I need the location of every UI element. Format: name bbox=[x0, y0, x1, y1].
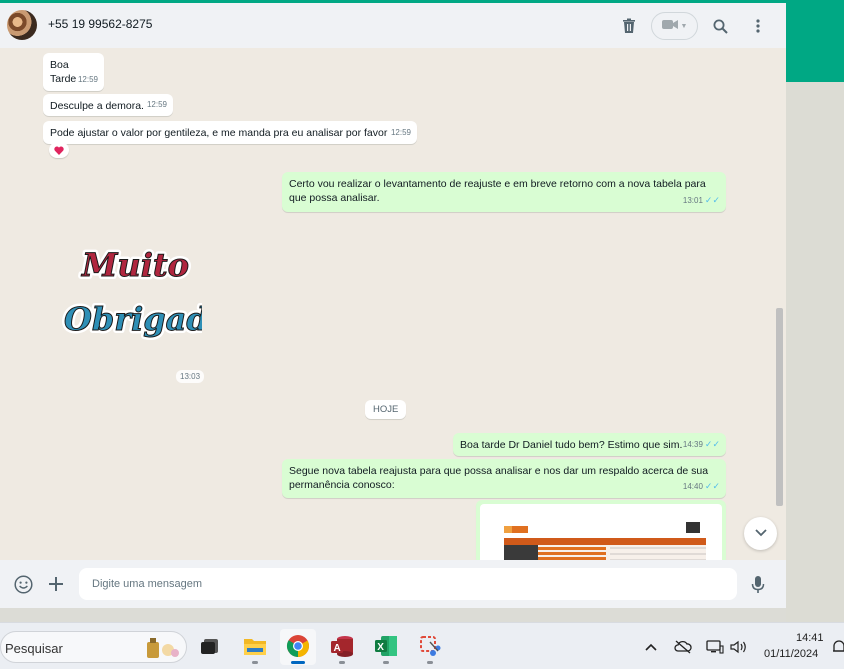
chevron-up-icon[interactable] bbox=[642, 638, 660, 656]
clock-time[interactable]: 14:41 bbox=[796, 632, 824, 644]
message-outgoing[interactable]: Certo vou realizar o levantamento de rea… bbox=[282, 172, 726, 212]
contact-name[interactable]: +55 19 99562-8275 bbox=[48, 17, 152, 31]
message-time: 12:59 bbox=[146, 100, 167, 109]
message-list[interactable]: Boa Tarde 12:59 Desculpe a demora. 12:59… bbox=[0, 48, 786, 560]
message-time: 14:39 ✓✓ bbox=[682, 439, 720, 449]
message-outgoing[interactable]: Segue nova tabela reajusta para que poss… bbox=[282, 459, 726, 498]
chrome-button[interactable] bbox=[280, 629, 316, 665]
day-separator: HOJE bbox=[365, 400, 407, 419]
task-view-icon bbox=[200, 637, 220, 658]
whatsapp-chat-window: +55 19 99562-8275 ▼ Boa Tarde 12:59 Desc… bbox=[0, 0, 786, 608]
running-indicator bbox=[252, 661, 258, 664]
message-text: Pode ajustar o valor por gentileza, e me… bbox=[50, 127, 388, 139]
chrome-icon bbox=[286, 634, 310, 661]
read-ticks-icon: ✓✓ bbox=[704, 439, 720, 449]
message-text: Segue nova tabela reajusta para que poss… bbox=[289, 465, 709, 491]
message-time: 12:59 bbox=[77, 75, 98, 84]
scroll-to-bottom-button[interactable] bbox=[744, 517, 777, 550]
desktop-background bbox=[786, 0, 844, 622]
onedrive-offline-icon[interactable] bbox=[674, 638, 692, 656]
sticker[interactable]: Muito Muito Obrigado Obrigado bbox=[58, 238, 233, 356]
message-text: Desculpe a demora. bbox=[50, 100, 144, 112]
access-button[interactable]: A bbox=[324, 629, 360, 665]
svg-text:A: A bbox=[334, 643, 341, 654]
clock-date[interactable]: 01/11/2024 bbox=[764, 648, 818, 660]
taskbar-search[interactable]: Pesquisar bbox=[0, 631, 187, 663]
composer-bar bbox=[0, 560, 786, 608]
message-time: 13:01 ✓✓ bbox=[682, 195, 720, 205]
running-indicator bbox=[339, 661, 345, 664]
volume-icon[interactable] bbox=[730, 638, 748, 656]
taskbar-search-placeholder: Pesquisar bbox=[5, 641, 63, 656]
message-time: 14:40 ✓✓ bbox=[682, 481, 720, 491]
search-highlight-icon bbox=[141, 636, 181, 663]
delete-icon[interactable] bbox=[618, 15, 640, 37]
menu-icon[interactable] bbox=[747, 15, 769, 37]
sticker-word-2-fill: Obrigado bbox=[64, 300, 202, 338]
svg-text:X: X bbox=[377, 642, 384, 653]
network-icon[interactable] bbox=[706, 638, 724, 656]
message-incoming[interactable]: Boa Tarde 12:59 bbox=[43, 53, 104, 91]
message-time: 13:03 bbox=[176, 370, 205, 383]
search-icon[interactable] bbox=[709, 15, 731, 37]
message-text: Certo vou realizar o levantamento de rea… bbox=[289, 178, 706, 204]
whatsapp-banner-band bbox=[786, 0, 844, 82]
access-icon: A bbox=[330, 634, 354, 661]
windows-taskbar: Pesquisar A X 14:41 01/11/2024 bbox=[0, 622, 844, 669]
emoji-icon[interactable] bbox=[12, 573, 34, 595]
excel-icon: X bbox=[374, 634, 398, 661]
running-indicator bbox=[291, 661, 305, 664]
video-call-icon bbox=[661, 19, 678, 33]
snipping-tool-icon bbox=[418, 634, 442, 661]
message-time: 12:59 bbox=[390, 128, 411, 137]
read-ticks-icon: ✓✓ bbox=[704, 195, 720, 205]
running-indicator bbox=[427, 661, 433, 664]
task-view-button[interactable] bbox=[192, 629, 228, 665]
avatar[interactable] bbox=[7, 10, 37, 40]
chevron-down-icon: ▼ bbox=[680, 22, 688, 30]
folder-icon bbox=[243, 636, 267, 659]
excel-button[interactable]: X bbox=[368, 629, 404, 665]
sticker-word-1-fill: Muito bbox=[81, 246, 189, 284]
read-ticks-icon: ✓✓ bbox=[704, 481, 720, 491]
video-call-button[interactable]: ▼ bbox=[651, 12, 698, 40]
microphone-icon[interactable] bbox=[747, 573, 769, 595]
file-explorer-button[interactable] bbox=[237, 629, 273, 665]
snipping-tool-button[interactable] bbox=[412, 629, 448, 665]
message-incoming[interactable]: Pode ajustar o valor por gentileza, e me… bbox=[43, 121, 417, 144]
image-preview[interactable] bbox=[480, 504, 722, 560]
message-incoming[interactable]: Desculpe a demora. 12:59 bbox=[43, 94, 173, 116]
chat-header: +55 19 99562-8275 ▼ bbox=[0, 3, 786, 48]
running-indicator bbox=[383, 661, 389, 664]
message-outgoing[interactable]: Boa tarde Dr Daniel tudo bem? Estimo que… bbox=[453, 433, 726, 456]
attach-plus-icon[interactable] bbox=[45, 573, 67, 595]
notification-icon[interactable] bbox=[830, 638, 844, 656]
reaction-heart-icon[interactable] bbox=[49, 142, 69, 158]
message-outgoing-image[interactable] bbox=[476, 500, 726, 560]
message-input[interactable] bbox=[79, 568, 737, 600]
message-text: Boa tarde Dr Daniel tudo bem? Estimo que… bbox=[460, 439, 683, 451]
scrollbar-thumb[interactable] bbox=[776, 308, 783, 506]
chevron-down-icon bbox=[754, 528, 767, 540]
